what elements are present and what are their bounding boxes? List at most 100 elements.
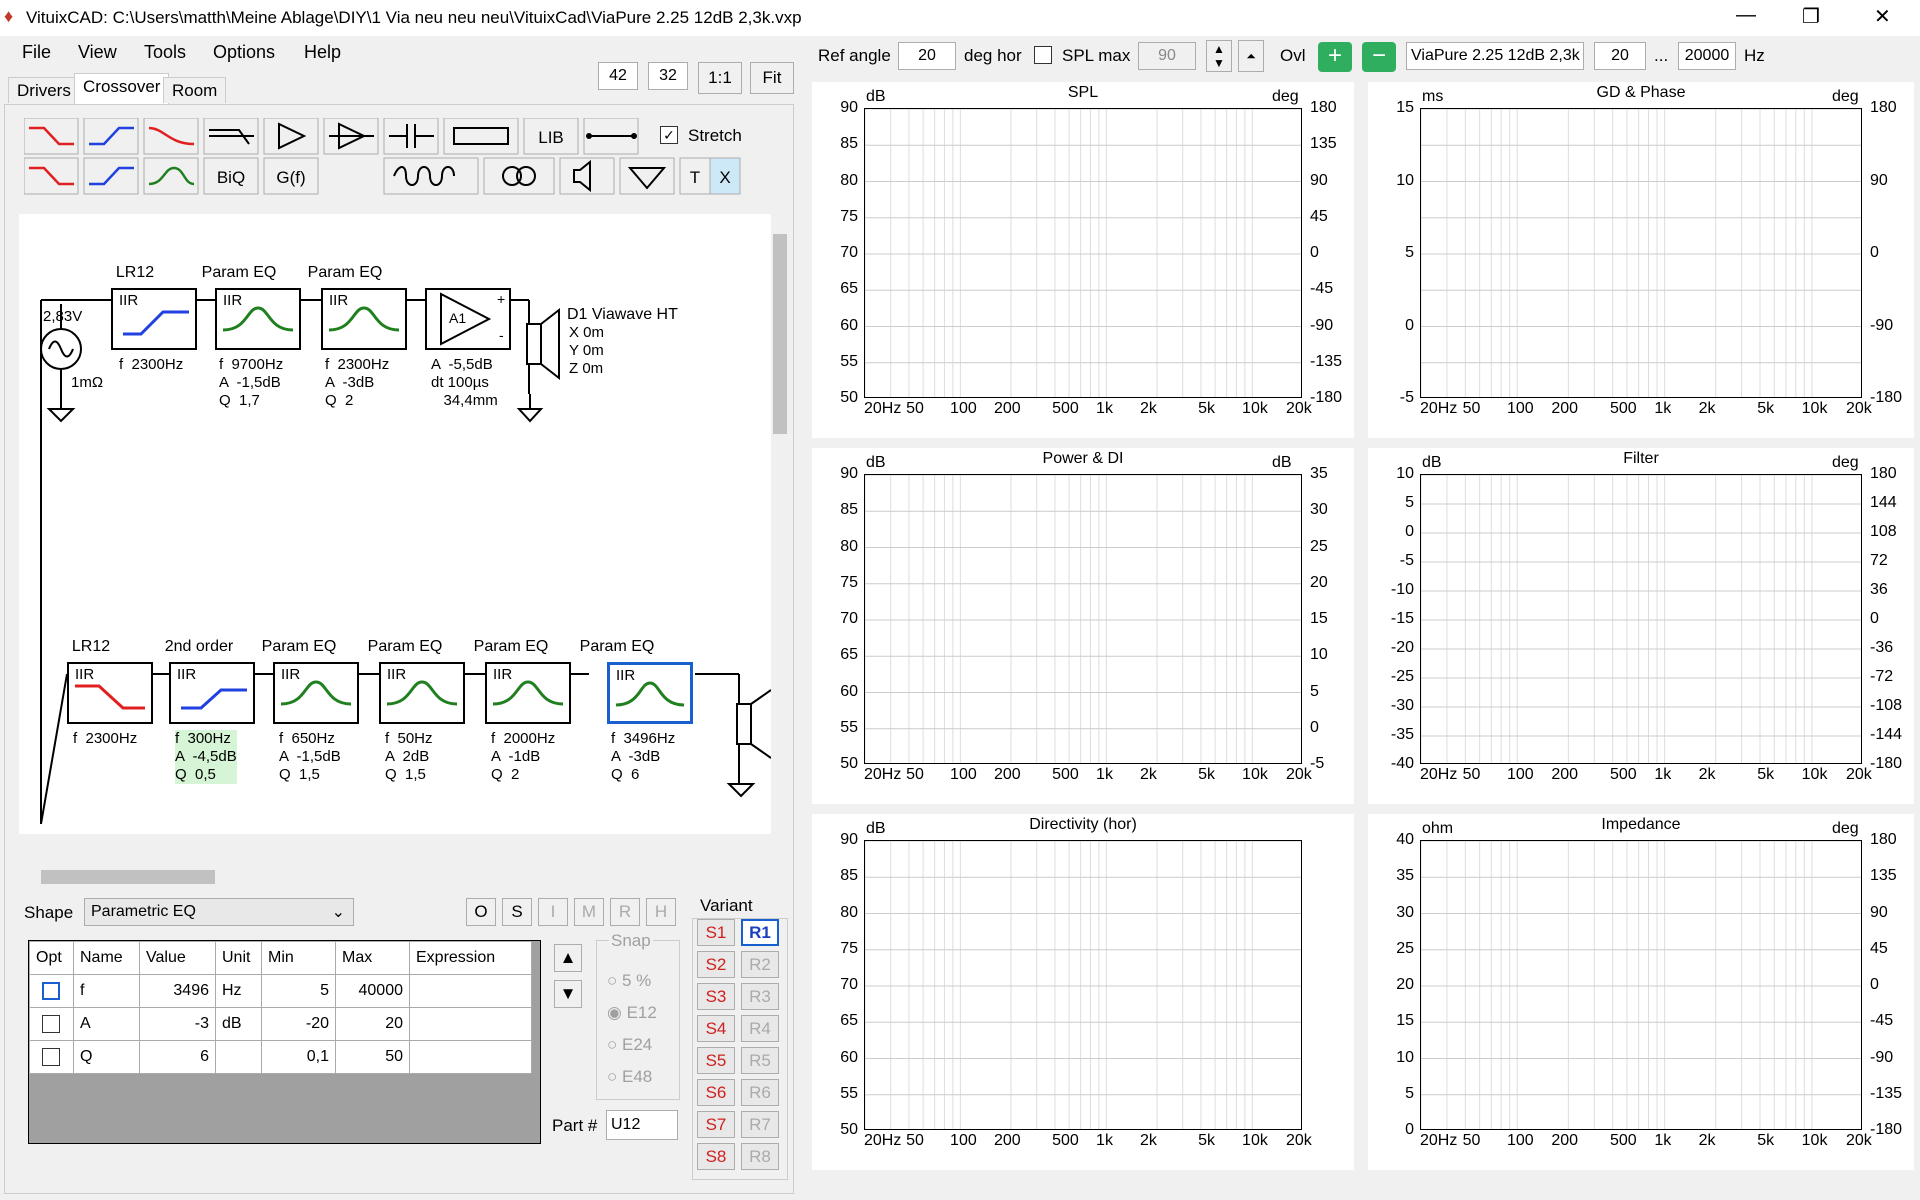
variant-r2-button[interactable]: R2 [741, 951, 779, 978]
part-number-input[interactable]: U12 [606, 1110, 678, 1140]
lib-button[interactable]: LIB [524, 128, 578, 148]
delete-tool-button[interactable]: X [710, 168, 740, 188]
menu-view[interactable]: View [78, 42, 117, 63]
menu-help[interactable]: Help [304, 42, 341, 63]
spl-spin-icon[interactable]: ▲ ▼ [1206, 40, 1232, 72]
param-max[interactable]: 20 [335, 1007, 410, 1041]
shape-r-button[interactable]: R [610, 898, 640, 926]
opt-checkbox[interactable] [42, 1048, 60, 1066]
param-value[interactable]: 3496 [139, 974, 216, 1008]
zoom-1to1-button[interactable]: 1:1 [698, 62, 742, 94]
power-di-graph[interactable]: Power & DI dB dB 90 35 85 30 80 25 75 20 70 15 65 10 60… [812, 448, 1354, 804]
horizontal-scroll-thumb[interactable] [41, 870, 215, 884]
move-up-button[interactable]: ▲ [554, 944, 582, 972]
variant-s1-button[interactable]: S1 [697, 919, 735, 946]
param-max[interactable]: 40000 [335, 974, 410, 1008]
remove-overlay-icon[interactable]: − [1362, 42, 1396, 72]
impedance-graph[interactable]: Impedance ohm deg 40 180 35 135 30 90 25 45 20 0 15 -4… [1368, 814, 1914, 1170]
hf-peq1-block[interactable]: IIR [215, 288, 301, 350]
variant-r7-button[interactable]: R7 [741, 1111, 779, 1138]
hf-amp-block[interactable]: + - A1 [425, 288, 511, 350]
add-overlay-icon[interactable]: + [1318, 42, 1352, 72]
tab-room[interactable]: Room [163, 77, 227, 103]
restore-button[interactable]: ❐ [1802, 4, 1820, 29]
menu-options[interactable]: Options [213, 42, 275, 63]
menu-tools[interactable]: Tools [144, 42, 186, 63]
gf-button[interactable]: G(f) [264, 168, 318, 188]
move-down-button[interactable]: ▼ [554, 980, 582, 1008]
variant-r1-button[interactable]: R1 [741, 919, 779, 946]
param-expression[interactable] [409, 1040, 532, 1074]
gd-phase-graph[interactable]: GD & Phase ms deg 15 180 10 90 5 0 0 -90 -5 -180 20Hz… [1368, 82, 1914, 438]
variant-s3-button[interactable]: S3 [697, 983, 735, 1010]
param-max[interactable]: 50 [335, 1040, 410, 1074]
spl-graph[interactable]: SPL dB deg 90 180 85 135 80 90 75 45 70 0 65 -45 60 -90 5… [812, 82, 1354, 438]
tab-drivers[interactable]: Drivers [8, 77, 80, 103]
biquad-button[interactable]: BiQ [204, 168, 258, 188]
param-expression[interactable] [409, 1007, 532, 1041]
freq-from-input[interactable]: 20 [1594, 42, 1646, 70]
horizontal-scrollbar[interactable] [19, 866, 771, 888]
variant-r6-button[interactable]: R6 [741, 1079, 779, 1106]
directivity-graph[interactable]: Directivity (hor) dB 90 85 80 75 70 65 60 55 50 20H… [812, 814, 1354, 1170]
variant-r4-button[interactable]: R4 [741, 1015, 779, 1042]
shape-m-button[interactable]: M [574, 898, 604, 926]
grid-height-field[interactable]: 32 [648, 62, 688, 90]
shape-h-button[interactable]: H [646, 898, 676, 926]
shape-i-button[interactable]: I [538, 898, 568, 926]
variant-s2-button[interactable]: S2 [697, 951, 735, 978]
lf-peq1-block[interactable]: IIR [273, 662, 359, 724]
menu-file[interactable]: File [22, 42, 51, 63]
vertical-scroll-thumb[interactable] [773, 234, 787, 434]
spl-max-input[interactable]: 90 [1138, 42, 1196, 70]
overlay-name-input[interactable]: ViaPure 2.25 12dB 2,3k [1406, 42, 1584, 70]
shape-s-button[interactable]: S [502, 898, 532, 926]
lf-peq2-block[interactable]: IIR [379, 662, 465, 724]
hf-lr12-block[interactable]: IIR [111, 288, 197, 350]
param-value[interactable]: 6 [139, 1040, 216, 1074]
variant-s6-button[interactable]: S6 [697, 1079, 735, 1106]
text-tool-button[interactable]: T [680, 168, 710, 188]
variant-r8-button[interactable]: R8 [741, 1143, 779, 1170]
variant-s8-button[interactable]: S8 [697, 1143, 735, 1170]
stretch-checkbox[interactable]: ✓ [660, 126, 678, 144]
shape-o-button[interactable]: O [466, 898, 496, 926]
lf-peq4-block-selected[interactable]: IIR [607, 662, 693, 724]
close-button[interactable]: ✕ [1874, 4, 1891, 29]
variant-s4-button[interactable]: S4 [697, 1015, 735, 1042]
table-row[interactable]: Q 6 0,1 50 [29, 1040, 532, 1074]
lf-peq3-block[interactable]: IIR [485, 662, 571, 724]
freq-to-input[interactable]: 20000 [1678, 42, 1736, 70]
snap-option-e12[interactable]: ◉ E12 [607, 1003, 657, 1023]
hf-peq2-block[interactable]: IIR [321, 288, 407, 350]
spl-fit-icon[interactable]: ⏶ [1238, 40, 1264, 72]
tab-crossover[interactable]: Crossover [74, 73, 170, 105]
shape-dropdown[interactable]: Parametric EQ ⌄ [84, 898, 354, 926]
ref-angle-input[interactable]: 20 [898, 42, 956, 70]
spl-max-checkbox[interactable] [1034, 46, 1052, 64]
snap-option-e48[interactable]: ○ E48 [607, 1067, 652, 1087]
param-min[interactable]: 0,1 [261, 1040, 336, 1074]
zoom-fit-button[interactable]: Fit [750, 62, 794, 94]
table-row[interactable]: f 3496 Hz 5 40000 [29, 974, 532, 1008]
snap-option-5pct[interactable]: ○ 5 % [607, 971, 651, 991]
lf-2nd-order-block[interactable]: IIR [169, 662, 255, 724]
lf-lr12-block[interactable]: IIR [67, 662, 153, 724]
table-row[interactable]: A -3 dB -20 20 [29, 1007, 532, 1041]
snap-option-e24[interactable]: ○ E24 [607, 1035, 652, 1055]
vertical-scrollbar[interactable] [771, 214, 789, 864]
opt-checkbox[interactable] [42, 1015, 60, 1033]
schematic-canvas[interactable]: 2,83V 1mΩ LR12 IIR f 2300Hz Param EQ IIR… [19, 214, 771, 834]
variant-r3-button[interactable]: R3 [741, 983, 779, 1010]
variant-r5-button[interactable]: R5 [741, 1047, 779, 1074]
param-value[interactable]: -3 [139, 1007, 216, 1041]
param-min[interactable]: -20 [261, 1007, 336, 1041]
opt-checkbox[interactable] [42, 982, 60, 1000]
param-min[interactable]: 5 [261, 974, 336, 1008]
filter-graph[interactable]: Filter dB deg 10 180 5 144 0 108 -5 72 -10 36 -15 0 -20… [1368, 448, 1914, 804]
param-expression[interactable] [409, 974, 532, 1008]
variant-s5-button[interactable]: S5 [697, 1047, 735, 1074]
variant-s7-button[interactable]: S7 [697, 1111, 735, 1138]
grid-width-field[interactable]: 42 [598, 62, 638, 90]
minimize-button[interactable]: — [1736, 4, 1756, 27]
